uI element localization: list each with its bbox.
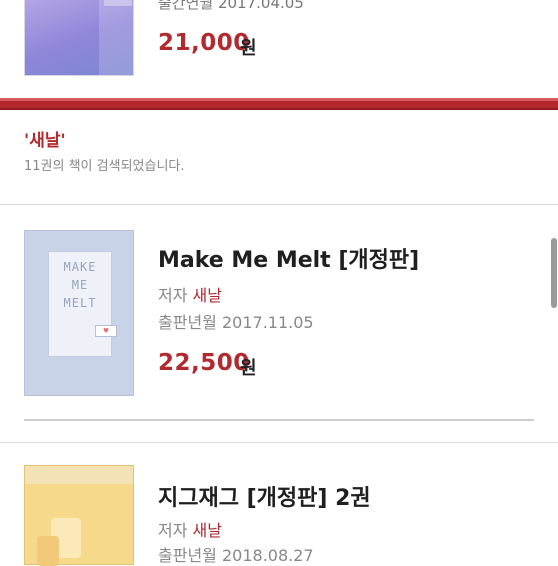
search-query: '새날' — [24, 131, 66, 151]
header-separator — [0, 204, 558, 205]
pub-row: 출판년월 2018.08.27 — [158, 542, 314, 566]
pub-row: 출판년월 2017.11.05 — [158, 309, 314, 333]
previous-currency: 원 — [240, 38, 257, 59]
currency-label: 원 — [240, 358, 257, 379]
author-link[interactable]: 새날 — [193, 521, 222, 540]
book-cover-make-me-melt[interactable]: MAKE ME MELT ♥ — [24, 230, 134, 396]
pub-date: 2017.11.05 — [221, 313, 314, 332]
scrollbar-thumb[interactable] — [551, 238, 557, 308]
cover-text-line: MELT — [63, 296, 97, 310]
cover-text-line: ME — [71, 278, 89, 292]
cover-inner-panel: MAKE ME MELT — [48, 251, 112, 357]
book-cover-zigzag[interactable] — [24, 465, 134, 566]
item-divider — [24, 419, 534, 421]
pub-label: 출판년월 — [158, 546, 217, 565]
cover-text-line: MAKE — [63, 260, 97, 274]
previous-pub-date: 출간연월 2017.04.05 — [158, 0, 304, 12]
cover-tag — [104, 0, 132, 6]
book-price: 22,500 — [158, 350, 250, 376]
book-title[interactable]: Make Me Melt [개정판] — [158, 242, 419, 274]
cover-band — [25, 466, 133, 484]
item-separator — [0, 442, 558, 443]
cover-strip — [99, 0, 133, 75]
previous-price: 21,000 — [158, 30, 250, 56]
result-count: 11권의 책이 검색되었습니다. — [24, 159, 185, 174]
author-row: 저자 새날 — [158, 517, 222, 541]
pub-label: 출판년월 — [158, 313, 217, 332]
pub-date: 2018.08.27 — [221, 546, 314, 565]
author-link[interactable]: 새날 — [193, 286, 222, 305]
section-divider — [0, 98, 558, 110]
cover-figure — [37, 536, 59, 566]
book-title[interactable]: 지그재그 [개정판] 2권 — [158, 480, 371, 512]
author-label: 저자 — [158, 521, 188, 540]
author-row: 저자 새날 — [158, 282, 222, 306]
heart-icon: ♥ — [95, 325, 117, 337]
author-label: 저자 — [158, 286, 188, 305]
book-cover-previous[interactable] — [24, 0, 134, 76]
